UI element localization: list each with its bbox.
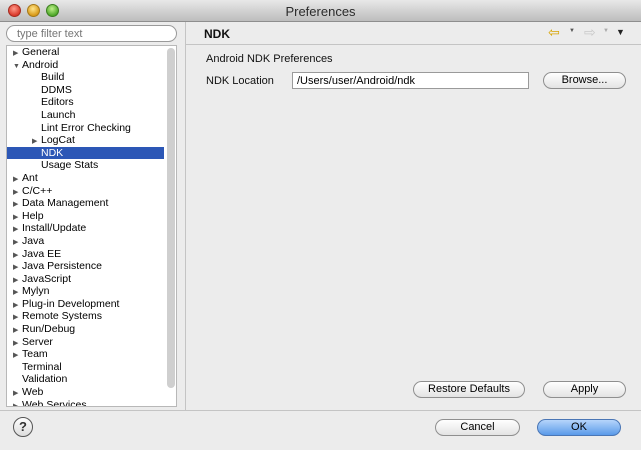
ok-button[interactable]: OK bbox=[537, 419, 621, 436]
tree-item-label: Terminal bbox=[22, 360, 62, 373]
tree-item[interactable]: ▶ General bbox=[7, 46, 164, 59]
tree-item-label: Run/Debug bbox=[22, 323, 76, 336]
view-menu-icon[interactable]: ▼ bbox=[616, 27, 625, 37]
tree-item-label: Mylyn bbox=[22, 285, 50, 298]
tree-item[interactable]: ▶ Web bbox=[7, 386, 164, 399]
header-divider bbox=[186, 44, 641, 45]
tree-item[interactable]: Usage Stats bbox=[7, 159, 164, 172]
tree-item-label: Ant bbox=[22, 171, 38, 184]
tree-item-label: Install/Update bbox=[22, 222, 87, 235]
tree-item-label: Android bbox=[22, 58, 59, 71]
tree-item-label: Plug-in Development bbox=[22, 297, 120, 310]
tree-item[interactable]: ▶ Help bbox=[7, 210, 164, 223]
title-bar: Preferences bbox=[0, 0, 641, 22]
help-icon[interactable]: ? bbox=[13, 417, 33, 437]
tree-item[interactable]: Lint Error Checking bbox=[7, 122, 164, 135]
tree-item[interactable]: ▶ Java Persistence bbox=[7, 260, 164, 273]
tree-item[interactable]: Build bbox=[7, 71, 164, 84]
tree-item-label: Java bbox=[22, 234, 45, 247]
tree-item-label: Usage Stats bbox=[41, 159, 99, 172]
tree-item-label: Editors bbox=[41, 96, 74, 109]
tree-item-label: Team bbox=[22, 348, 48, 361]
tree-item-label: Data Management bbox=[22, 197, 109, 210]
cancel-button[interactable]: Cancel bbox=[435, 419, 520, 436]
tree-scrollbar[interactable] bbox=[167, 48, 175, 388]
tree-item[interactable]: ▶ LogCat bbox=[7, 134, 164, 147]
tree-item[interactable]: Validation bbox=[7, 373, 164, 386]
tree-item[interactable]: Editors bbox=[7, 96, 164, 109]
page-title: NDK bbox=[204, 27, 230, 41]
restore-defaults-button[interactable]: Restore Defaults bbox=[413, 381, 525, 398]
tree-item-label: Help bbox=[22, 209, 44, 222]
filter-input[interactable] bbox=[6, 25, 177, 42]
ndk-location-input[interactable] bbox=[292, 72, 529, 89]
tree-item[interactable]: ▶ Java bbox=[7, 235, 164, 248]
preference-tree: ▶ General ▼ Android Build DDMS Editors Launch Li… bbox=[6, 45, 177, 407]
tree-item[interactable]: ▶ Web Services bbox=[7, 398, 164, 407]
panel-divider[interactable] bbox=[185, 22, 186, 411]
tree-items: ▶ General ▼ Android Build DDMS Editors Launch Li… bbox=[7, 46, 164, 407]
tree-item[interactable]: ▶ Java EE bbox=[7, 248, 164, 261]
tree-item[interactable]: DDMS bbox=[7, 84, 164, 97]
apply-button[interactable]: Apply bbox=[543, 381, 626, 398]
tree-item-label: NDK bbox=[41, 146, 64, 159]
tree-item-label: Java EE bbox=[22, 247, 62, 260]
section-title: Android NDK Preferences bbox=[206, 53, 333, 65]
tree-item[interactable]: ▶ Mylyn bbox=[7, 285, 164, 298]
tree-item-label: Launch bbox=[41, 108, 76, 121]
ndk-location-label: NDK Location bbox=[206, 75, 274, 87]
tree-item[interactable]: ▶ Data Management bbox=[7, 197, 164, 210]
tree-item[interactable]: ▶ Plug-in Development bbox=[7, 298, 164, 311]
tree-item[interactable]: Terminal bbox=[7, 361, 164, 374]
back-arrow-icon[interactable]: ⇦ bbox=[548, 24, 560, 41]
page-header: NDK ⇦ ▼ ⇨ ▼ ▼ bbox=[192, 22, 641, 44]
tree-item[interactable]: ▶ Team bbox=[7, 348, 164, 361]
tree-item-label: Build bbox=[41, 71, 65, 84]
window-title: Preferences bbox=[285, 4, 356, 19]
tree-item[interactable]: Launch bbox=[7, 109, 164, 122]
tree-item[interactable]: ▶ Install/Update bbox=[7, 222, 164, 235]
forward-arrow-icon[interactable]: ⇨ bbox=[584, 24, 596, 41]
tree-item[interactable]: ▶ Run/Debug bbox=[7, 323, 164, 336]
tree-item[interactable]: NDK bbox=[7, 146, 164, 160]
tree-item-label: LogCat bbox=[41, 134, 75, 147]
footer-divider bbox=[0, 410, 641, 411]
tree-item[interactable]: ▶ C/C++ bbox=[7, 185, 164, 198]
tree-item[interactable]: ▶ JavaScript bbox=[7, 273, 164, 286]
tree-item-label: General bbox=[22, 46, 60, 58]
tree-item-label: DDMS bbox=[41, 83, 72, 96]
back-dropdown-icon[interactable]: ▼ bbox=[569, 28, 575, 34]
tree-item-label: Web bbox=[22, 386, 44, 399]
tree-item[interactable]: ▶ Server bbox=[7, 336, 164, 349]
tree-item-label: Web Services bbox=[22, 398, 87, 407]
tree-item[interactable]: ▶ Remote Systems bbox=[7, 310, 164, 323]
tree-item-label: JavaScript bbox=[22, 272, 72, 285]
forward-dropdown-icon[interactable]: ▼ bbox=[603, 28, 609, 34]
tree-item[interactable]: ▶ Ant bbox=[7, 172, 164, 185]
collapsed-arrow-icon[interactable]: ▶ bbox=[13, 401, 22, 406]
tree-item-label: Java Persistence bbox=[22, 260, 102, 273]
tree-item-label: Validation bbox=[22, 373, 68, 386]
tree-item-label: Lint Error Checking bbox=[41, 121, 131, 134]
tree-item-label: Server bbox=[22, 335, 53, 348]
tree-item[interactable]: ▼ Android bbox=[7, 59, 164, 72]
browse-button[interactable]: Browse... bbox=[543, 72, 626, 89]
tree-item-label: Remote Systems bbox=[22, 310, 102, 323]
tree-item-label: C/C++ bbox=[22, 184, 53, 197]
